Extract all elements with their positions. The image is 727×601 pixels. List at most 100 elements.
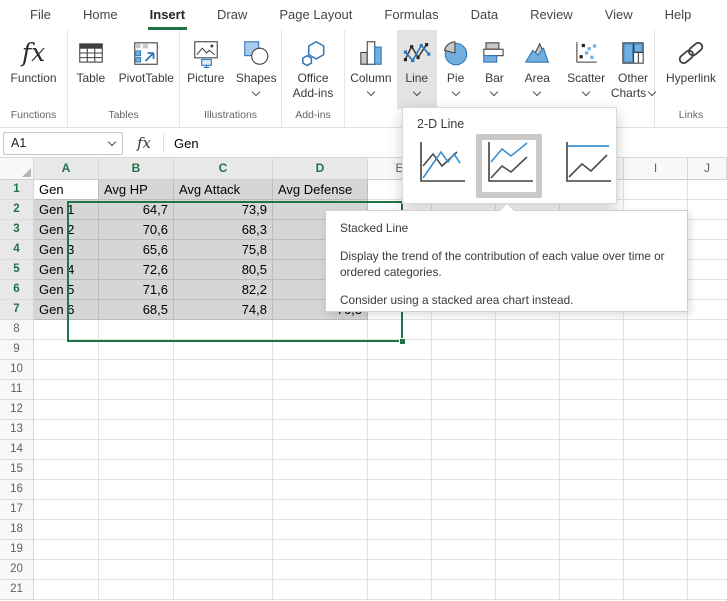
ribbon-group-links: Hyperlink Links <box>655 30 727 127</box>
row-header-5[interactable]: 5 <box>0 260 34 280</box>
cell-B1[interactable]: Avg HP <box>99 180 174 200</box>
cell-B7[interactable]: 68,5 <box>99 300 174 320</box>
function-button[interactable]: fx Function <box>10 30 56 109</box>
cell-C5[interactable]: 80,5 <box>174 260 273 280</box>
row-header-21[interactable]: 21 <box>0 580 34 600</box>
cell-A2[interactable]: Gen 1 <box>34 200 99 220</box>
tab-formulas[interactable]: Formulas <box>368 0 454 30</box>
row-header-17[interactable]: 17 <box>0 500 34 520</box>
row-header-19[interactable]: 19 <box>0 540 34 560</box>
formula-input[interactable]: Gen <box>174 136 199 151</box>
column-header-B[interactable]: B <box>99 158 174 180</box>
chart-thumbnails <box>403 140 616 198</box>
row-header-6[interactable]: 6 <box>0 280 34 300</box>
column-headers: ABCDEFGHIJ <box>34 158 727 180</box>
row-header-7[interactable]: 7 <box>0 300 34 320</box>
tab-file[interactable]: File <box>14 0 67 30</box>
cell-A7[interactable]: Gen 6 <box>34 300 99 320</box>
row-header-12[interactable]: 12 <box>0 400 34 420</box>
shapes-button[interactable]: Shapes <box>231 30 281 109</box>
tab-view[interactable]: View <box>589 0 649 30</box>
cell-C2[interactable]: 73,9 <box>174 200 273 220</box>
cell-B4[interactable]: 65,6 <box>99 240 174 260</box>
other-charts-icon <box>618 38 648 68</box>
cell-C6[interactable]: 82,2 <box>174 280 273 300</box>
hyperlink-label: Hyperlink <box>666 71 716 85</box>
column-header-I[interactable]: I <box>624 158 688 180</box>
row-header-4[interactable]: 4 <box>0 240 34 260</box>
chevron-down-icon <box>451 88 459 96</box>
cell-D1[interactable]: Avg Defense <box>273 180 368 200</box>
picture-icon <box>191 38 221 68</box>
cell-A5[interactable]: Gen 4 <box>34 260 99 280</box>
tab-insert[interactable]: Insert <box>134 0 201 30</box>
cell-B3[interactable]: 70,6 <box>99 220 174 240</box>
cell-C4[interactable]: 75,8 <box>174 240 273 260</box>
bar-chart-button[interactable]: Bar <box>475 30 515 109</box>
other-charts-button[interactable]: Other Charts <box>612 30 654 109</box>
cell-A6[interactable]: Gen 5 <box>34 280 99 300</box>
100-stacked-line-chart-option[interactable] <box>560 140 614 187</box>
tab-data[interactable]: Data <box>455 0 514 30</box>
row-header-13[interactable]: 13 <box>0 420 34 440</box>
pivottable-label: PivotTable <box>119 71 174 85</box>
line-chart-option[interactable] <box>414 140 468 187</box>
name-box[interactable]: A1 <box>3 132 123 155</box>
hyperlink-button[interactable]: Hyperlink <box>656 30 726 109</box>
row-header-16[interactable]: 16 <box>0 480 34 500</box>
tooltip-body: Display the trend of the contribution of… <box>340 248 673 280</box>
fx-icon[interactable]: fx <box>137 134 151 152</box>
select-all-triangle-icon <box>22 168 31 177</box>
column-header-A[interactable]: A <box>34 158 99 180</box>
row-header-14[interactable]: 14 <box>0 440 34 460</box>
row-header-11[interactable]: 11 <box>0 380 34 400</box>
row-header-15[interactable]: 15 <box>0 460 34 480</box>
cell-C3[interactable]: 68,3 <box>174 220 273 240</box>
column-chart-icon <box>356 38 386 68</box>
tab-home[interactable]: Home <box>67 0 134 30</box>
row-header-3[interactable]: 3 <box>0 220 34 240</box>
column-chart-button[interactable]: Column <box>345 30 397 109</box>
cell-B2[interactable]: 64,7 <box>99 200 174 220</box>
area-chart-button[interactable]: Area <box>514 30 560 109</box>
chart-type-tooltip: Stacked Line Display the trend of the co… <box>325 210 688 312</box>
column-header-D[interactable]: D <box>273 158 368 180</box>
fill-handle[interactable] <box>399 338 406 345</box>
stacked-line-chart-option[interactable] <box>476 134 542 198</box>
table-button[interactable]: Table <box>68 30 114 109</box>
row-header-18[interactable]: 18 <box>0 520 34 540</box>
line-chart-button[interactable]: Line <box>397 30 437 109</box>
cell-C7[interactable]: 74,8 <box>174 300 273 320</box>
pie-chart-button[interactable]: Pie <box>437 30 475 109</box>
cell-B5[interactable]: 72,6 <box>99 260 174 280</box>
scatter-chart-button[interactable]: Scatter <box>560 30 612 109</box>
stacked-line-thumbnail <box>482 140 536 187</box>
tab-draw[interactable]: Draw <box>201 0 263 30</box>
select-all-button[interactable] <box>0 158 34 180</box>
cell-A4[interactable]: Gen 3 <box>34 240 99 260</box>
cell-A3[interactable]: Gen 2 <box>34 220 99 240</box>
cell-C1[interactable]: Avg Attack <box>174 180 273 200</box>
line-chart-icon <box>402 38 432 68</box>
tab-help[interactable]: Help <box>649 0 708 30</box>
tooltip-note: Consider using a stacked area chart inst… <box>340 293 673 307</box>
row-header-10[interactable]: 10 <box>0 360 34 380</box>
row-header-9[interactable]: 9 <box>0 340 34 360</box>
row-header-8[interactable]: 8 <box>0 320 34 340</box>
row-header-1[interactable]: 1 <box>0 180 34 200</box>
tab-page-layout[interactable]: Page Layout <box>263 0 368 30</box>
cell-A1[interactable]: Gen <box>34 180 99 200</box>
row-header-2[interactable]: 2 <box>0 200 34 220</box>
cell-B6[interactable]: 71,6 <box>99 280 174 300</box>
office-addins-button[interactable]: Office Add-ins <box>282 30 344 109</box>
group-label-links: Links <box>655 109 727 127</box>
column-header-J[interactable]: J <box>688 158 727 180</box>
column-header-C[interactable]: C <box>174 158 273 180</box>
pivottable-button[interactable]: PivotTable <box>114 30 179 109</box>
group-label-addins: Add-ins <box>282 109 344 127</box>
name-box-value: A1 <box>11 136 109 150</box>
row-header-20[interactable]: 20 <box>0 560 34 580</box>
tab-review[interactable]: Review <box>514 0 589 30</box>
picture-button[interactable]: Picture <box>180 30 231 109</box>
area-label: Area <box>525 71 550 85</box>
